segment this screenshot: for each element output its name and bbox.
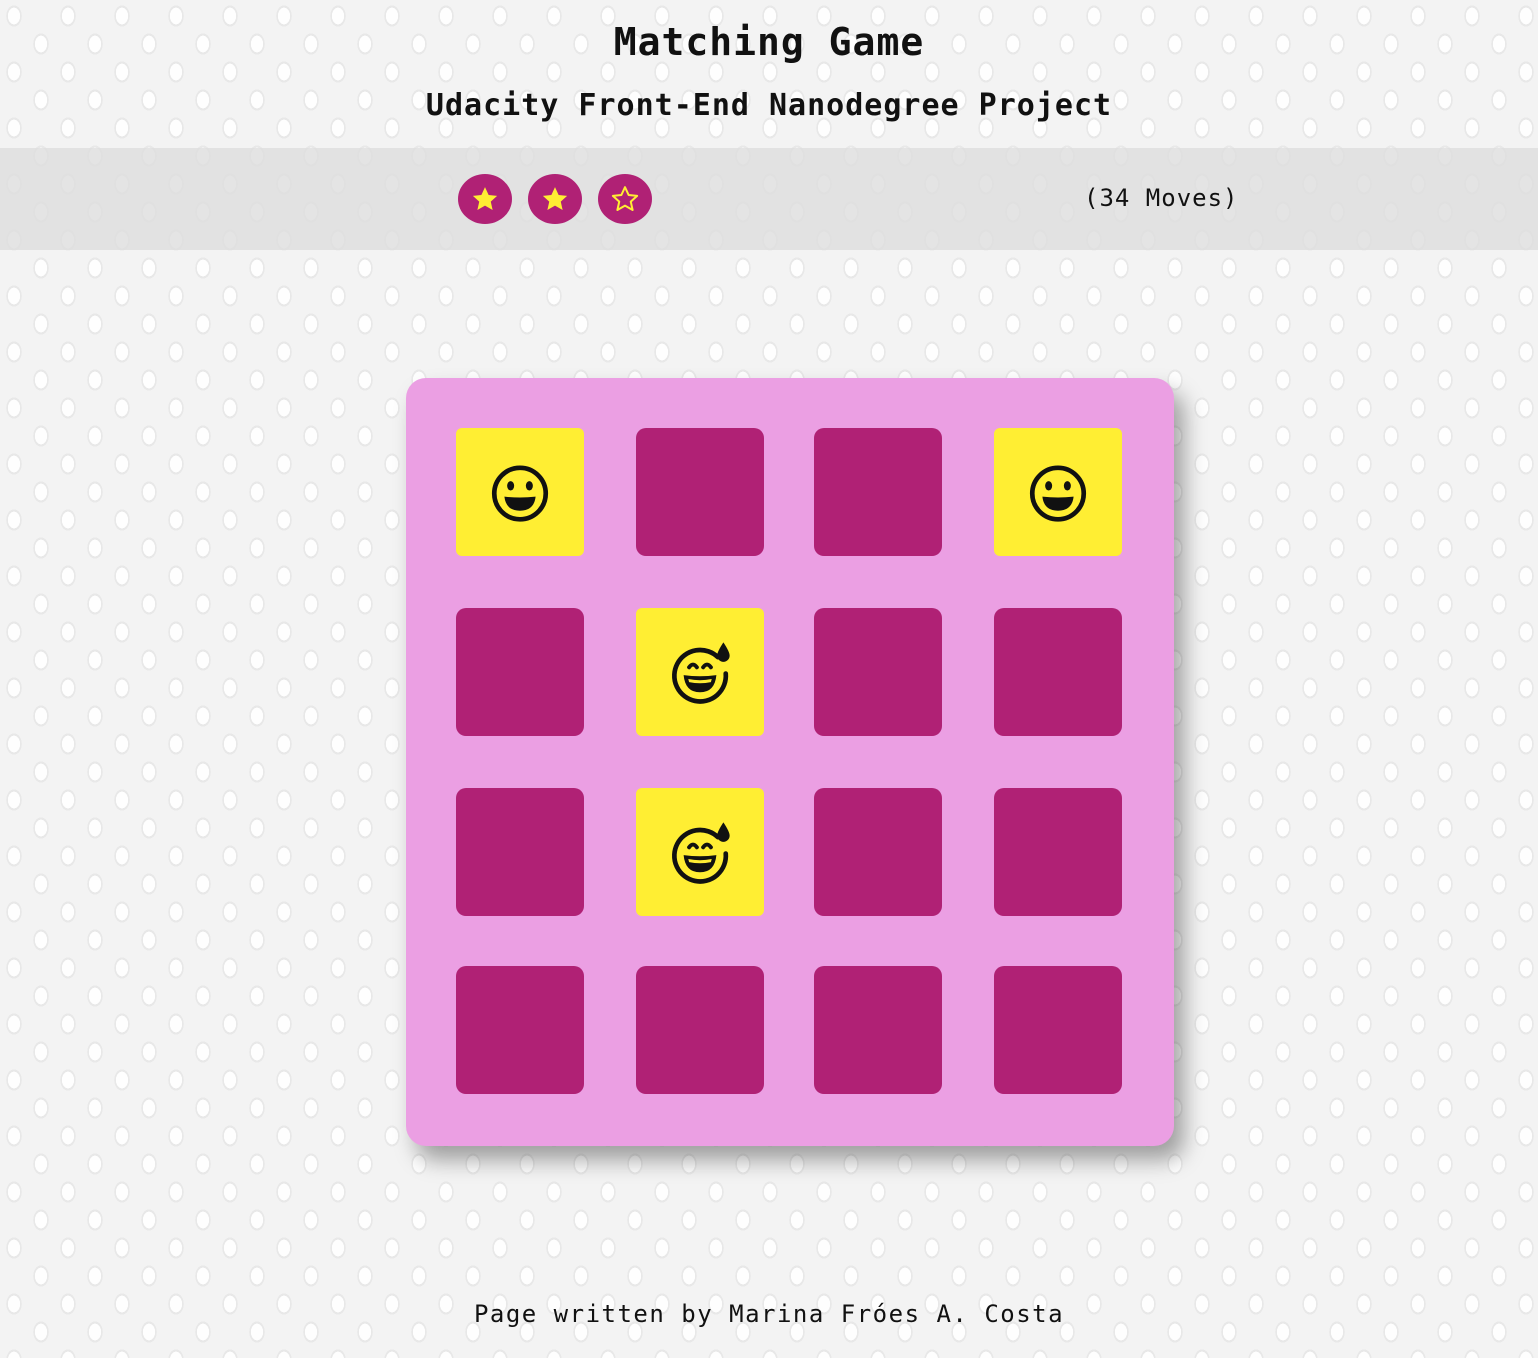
score-panel: (34 Moves) xyxy=(0,148,1538,250)
card-1-1[interactable] xyxy=(456,428,584,556)
star-1 xyxy=(458,174,512,224)
card-1-2[interactable] xyxy=(636,428,764,556)
page-subtitle: Udacity Front-End Nanodegree Project xyxy=(425,88,1113,123)
grinning-face-sweat-icon xyxy=(672,822,730,884)
card-3-3[interactable] xyxy=(814,788,942,916)
star-outline-icon xyxy=(611,186,639,211)
card-3-1[interactable] xyxy=(456,788,584,916)
star-filled-icon xyxy=(472,187,498,210)
card-1-4[interactable] xyxy=(994,428,1122,556)
card-2-4[interactable] xyxy=(994,608,1122,736)
card-3-2[interactable] xyxy=(636,788,764,916)
card-3-4[interactable] xyxy=(994,788,1122,916)
card-deck xyxy=(406,378,1174,1146)
card-2-1[interactable] xyxy=(456,608,584,736)
star-3 xyxy=(598,174,652,224)
footer-credit: Page written by Marina Fróes A. Costa xyxy=(473,1300,1065,1328)
moves-counter: (34 Moves) xyxy=(1084,184,1239,212)
card-4-1[interactable] xyxy=(456,966,584,1094)
card-4-4[interactable] xyxy=(994,966,1122,1094)
grinning-face-icon xyxy=(491,465,549,522)
card-4-3[interactable] xyxy=(814,966,942,1094)
card-2-3[interactable] xyxy=(814,608,942,736)
page-title: Matching Game xyxy=(613,20,925,64)
card-1-3[interactable] xyxy=(814,428,942,556)
star-rating xyxy=(458,174,652,224)
card-2-2[interactable] xyxy=(636,608,764,736)
grinning-face-sweat-icon xyxy=(672,642,730,704)
star-filled-icon xyxy=(542,187,568,210)
star-2 xyxy=(528,174,582,224)
grinning-face-icon xyxy=(1029,465,1087,522)
card-4-2[interactable] xyxy=(636,966,764,1094)
